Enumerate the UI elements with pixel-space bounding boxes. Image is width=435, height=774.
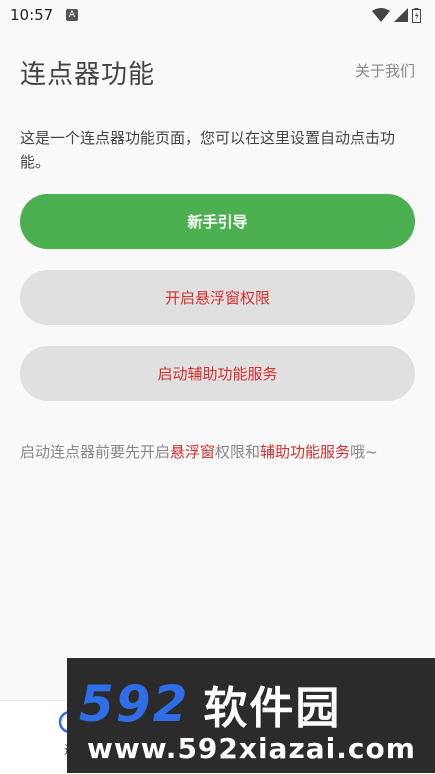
wifi-icon <box>372 8 390 22</box>
hint-text: 启动连点器前要先开启悬浮窗权限和辅助功能服务哦~ <box>20 440 420 464</box>
float-permission-button[interactable]: 开启悬浮窗权限 <box>20 270 415 325</box>
app-header: 连点器功能 关于我们 <box>0 30 435 110</box>
signal-icon <box>394 8 408 22</box>
hint-middle: 权限和 <box>215 443 261 461</box>
page-description: 这是一个连点器功能页面，您可以在这里设置自动点击功能。 <box>20 129 396 171</box>
watermark-url: www.592xiazai.com <box>87 732 416 765</box>
hint-prefix: 启动连点器前要先开启 <box>20 443 171 461</box>
battery-icon <box>412 7 421 23</box>
watermark-text: 软件园 <box>203 683 342 734</box>
guide-button[interactable]: 新手引导 <box>20 194 415 249</box>
watermark-overlay: 592 软件园 www.592xiazai.com <box>67 658 435 773</box>
hint-highlight-accessibility: 辅助功能服务 <box>260 443 351 461</box>
notification-badge-icon: A <box>66 9 78 21</box>
status-time: 10:57 <box>10 6 54 24</box>
hint-highlight-float: 悬浮窗 <box>170 443 216 461</box>
accessibility-service-button[interactable]: 启动辅助功能服务 <box>20 346 415 401</box>
status-icons <box>372 6 421 24</box>
hint-suffix: 哦~ <box>350 443 378 461</box>
status-bar: 10:57 A <box>0 0 435 30</box>
watermark-number: 592 <box>79 675 190 733</box>
about-us-link[interactable]: 关于我们 <box>355 60 415 81</box>
watermark-logo: 592 软件园 <box>79 672 341 736</box>
page-title: 连点器功能 <box>20 60 156 90</box>
